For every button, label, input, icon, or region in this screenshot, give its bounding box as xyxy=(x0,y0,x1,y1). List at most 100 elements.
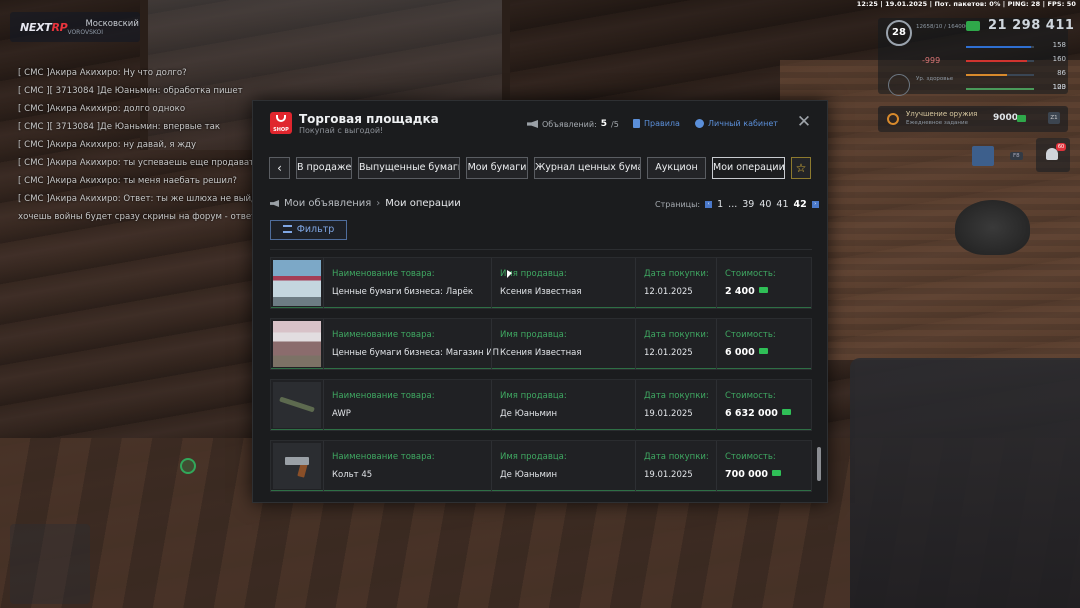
item-name: Кольт 45 xyxy=(332,470,373,480)
hud-stat-row: 158 xyxy=(966,41,1066,53)
server-logo: NEXTRP xyxy=(20,20,68,34)
cash-icon xyxy=(758,287,768,293)
background-lamp xyxy=(955,200,1030,255)
list-scrollbar[interactable] xyxy=(817,447,821,481)
daily-task-key: Z1 xyxy=(1048,112,1060,124)
personal-cabinet-label: Личный кабинет xyxy=(708,119,778,128)
seller-name: Ксения Известная xyxy=(500,287,582,297)
money-icon xyxy=(1017,115,1026,122)
purchase-date: 12.01.2025 xyxy=(644,287,693,297)
item-name-label: Наименование товара: xyxy=(332,452,435,462)
calendar-icon[interactable] xyxy=(972,146,994,166)
tab-auction[interactable]: Аукцион xyxy=(647,157,706,179)
price-label: Стоимость: xyxy=(725,452,776,462)
server-logo-main: NEXT xyxy=(20,20,52,34)
marketplace-header: SHOP Торговая площадка Покупай с выгодой… xyxy=(253,101,827,147)
operations-list: Наименование товара: Ценные бумаги бизне… xyxy=(270,257,812,497)
item-name-cell: Наименование товара: AWP xyxy=(323,380,491,430)
megaphone-icon xyxy=(527,120,538,128)
breadcrumb-parent[interactable]: Мои объявления xyxy=(284,198,371,209)
date-cell: Дата покупки: 19.01.2025 xyxy=(635,441,716,491)
ads-label: Объявлений: xyxy=(542,119,597,129)
filter-label: Фильтр xyxy=(296,224,335,235)
window-title: Торговая площадка xyxy=(299,112,439,126)
item-name-label: Наименование товара: xyxy=(332,330,435,340)
filter-button[interactable]: Фильтр xyxy=(270,220,347,240)
seller-cell: Имя продавца: Ксения Известная xyxy=(491,319,635,369)
mouse-cursor-icon xyxy=(507,270,512,278)
hud-stat-bar-fill xyxy=(966,60,1028,62)
server-logo-accent: RP xyxy=(51,20,68,34)
close-button[interactable]: ✕ xyxy=(795,113,813,131)
list-item[interactable]: Наименование товара: Кольт 45 Имя продав… xyxy=(270,440,812,492)
prev-page-button[interactable]: ‹ xyxy=(705,201,713,208)
item-thumbnail xyxy=(273,382,321,428)
price-cell: Стоимость: 6 632 000 xyxy=(716,380,811,430)
price-value-wrap: 6 632 000 xyxy=(725,408,791,419)
date-cell: Дата покупки: 19.01.2025 xyxy=(635,380,716,430)
tab-issued-papers[interactable]: Выпущенные бумаги xyxy=(358,157,460,179)
date-cell: Дата покупки: 12.01.2025 xyxy=(635,319,716,369)
item-name-cell: Наименование товара: Ценные бумаги бизне… xyxy=(323,319,499,369)
daily-task-subtitle: Ежедневное задание xyxy=(906,120,968,126)
tab-favorites[interactable]: ☆ xyxy=(791,157,811,179)
chat-line: [ СМС ]Акира Акихиро: ты успеваешь еще п… xyxy=(18,158,260,168)
tab-my-papers[interactable]: Мои бумаги xyxy=(466,157,528,179)
target-icon xyxy=(887,113,899,125)
price-value: 2 400 xyxy=(725,286,755,297)
page-link[interactable]: 39 xyxy=(742,199,754,210)
list-item[interactable]: Наименование товара: AWP Имя продавца: Д… xyxy=(270,379,812,431)
item-name: AWP xyxy=(332,409,351,419)
level-badge: 28 xyxy=(886,20,912,46)
purchase-date: 12.01.2025 xyxy=(644,348,693,358)
background-couch xyxy=(850,358,1080,608)
page-link[interactable]: 1 xyxy=(717,199,723,210)
pagination: Страницы: ‹ 1 ... 39 40 41 42 › xyxy=(655,199,819,210)
divider xyxy=(270,249,812,250)
server-name: Московский xyxy=(85,18,139,29)
marketplace-window: SHOP Торговая площадка Покупай с выгодой… xyxy=(252,100,828,503)
page-link[interactable]: 41 xyxy=(776,199,788,210)
list-item[interactable]: Наименование товара: Ценные бумаги бизне… xyxy=(270,318,812,370)
seller-name: Де Юаньмин xyxy=(500,409,558,419)
item-name-label: Наименование товара: xyxy=(332,391,435,401)
item-name-cell: Наименование товара: Кольт 45 xyxy=(323,441,491,491)
item-thumbnail xyxy=(273,260,321,306)
next-page-button[interactable]: › xyxy=(811,201,819,208)
seller-cell: Имя продавца: Де Юаньмин xyxy=(491,441,635,491)
chat-line: [ СМС ]Акира Акихиро: Ну что долго? xyxy=(18,68,187,78)
daily-task-title: Улучшение оружия xyxy=(906,110,978,118)
pagination-label: Страницы: xyxy=(655,200,701,209)
price-label: Стоимость: xyxy=(725,391,776,401)
page-link-current[interactable]: 42 xyxy=(794,199,807,210)
hud-stat-bar-fill xyxy=(966,88,1034,90)
tab-back[interactable]: ‹ xyxy=(269,157,290,179)
tab-securities-log[interactable]: Журнал ценных бумаг xyxy=(534,157,641,179)
item-name-label: Наименование товара: xyxy=(332,269,435,279)
cash-icon xyxy=(771,470,781,476)
page-link[interactable]: 40 xyxy=(759,199,771,210)
chat-line: [ СМС ][ 3713084 ]Де Юаньмин: впервые та… xyxy=(18,122,221,132)
personal-cabinet-link[interactable]: Личный кабинет xyxy=(695,119,778,128)
seller-cell: Имя продавца: Ксения Известная xyxy=(491,258,635,308)
hud-stat-value: 158 xyxy=(1052,41,1066,49)
shop-logo-text: SHOP xyxy=(273,127,289,133)
money-icon xyxy=(966,21,980,31)
rules-link[interactable]: Правила xyxy=(633,119,680,128)
chat-line: [ СМС ]Акира Акихиро: ты меня наебать ре… xyxy=(18,176,237,186)
price-value-wrap: 2 400 xyxy=(725,286,768,297)
seller-cell: Имя продавца: Де Юаньмин xyxy=(491,380,635,430)
hud-stat-bar xyxy=(966,46,1034,48)
exp-counter: 12658/10 / 1640000 xyxy=(916,24,973,30)
price-cell: Стоимость: 2 400 xyxy=(716,258,811,308)
hud-stat-row: 123 xyxy=(1036,83,1066,95)
item-name: Ценные бумаги бизнеса: Ларёк xyxy=(332,287,474,297)
hud-stat-row: 86 xyxy=(966,69,1066,81)
price-value: 700 000 xyxy=(725,469,768,480)
tab-for-sale[interactable]: В продаже xyxy=(296,157,352,179)
tab-my-operations[interactable]: Мои операции xyxy=(712,157,785,179)
health-label: Ур. здоровье xyxy=(916,76,954,82)
list-item[interactable]: Наименование товара: Ценные бумаги бизне… xyxy=(270,257,812,309)
date-label: Дата покупки: xyxy=(644,330,709,340)
seller-name: Ксения Известная xyxy=(500,348,582,358)
